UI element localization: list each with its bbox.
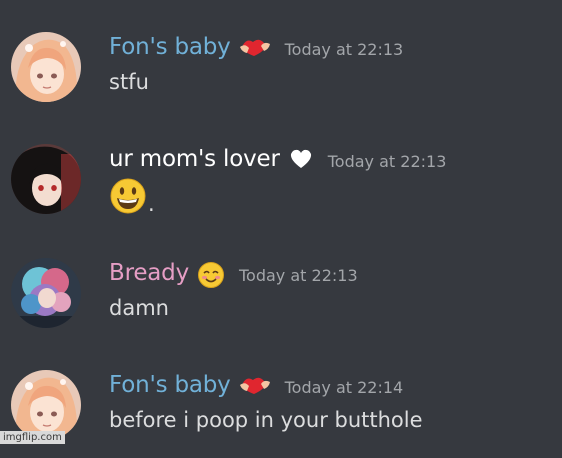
timestamp: Today at 22:13 — [239, 265, 358, 285]
username[interactable]: Fon's baby — [109, 372, 231, 398]
anime-girl-avatar-icon — [11, 32, 81, 102]
message-suffix: . — [148, 192, 155, 216]
timestamp: Today at 22:13 — [327, 151, 447, 171]
message-content: before i poop in your butthole — [109, 408, 423, 432]
red-heart-hands-icon — [239, 373, 271, 397]
grinning-face-emoji-icon — [110, 178, 146, 214]
chat-log: Fon's baby Today at 22:13 stfu ur mom's … — [0, 0, 562, 444]
message-header: Fon's baby Today at 22:13 — [109, 30, 403, 64]
anime-girl-avatar-icon — [11, 370, 81, 440]
message-header: Fon's baby Today at 22:14 — [109, 368, 403, 402]
smiling-face-emoji — [197, 261, 225, 288]
imgflip-watermark: imgflip.com — [0, 431, 65, 444]
avatar[interactable] — [11, 258, 81, 328]
username[interactable]: ur mom's lover — [109, 146, 280, 172]
dark-hair-anime-avatar-icon — [11, 144, 81, 214]
message-content: . — [109, 177, 155, 215]
avatar[interactable] — [11, 144, 81, 214]
timestamp: Today at 22:14 — [284, 377, 404, 397]
message-item: ur mom's lover Today at 22:13 . — [0, 142, 562, 232]
red-heart-hands-icon — [239, 35, 271, 59]
message-content: stfu — [109, 70, 149, 94]
avatar[interactable] — [11, 32, 81, 102]
white-heart-icon — [288, 147, 314, 171]
avatar[interactable] — [11, 370, 81, 440]
timestamp: Today at 22:13 — [284, 39, 404, 59]
message-content: damn — [109, 296, 169, 320]
message-item: Fon's baby Today at 22:14 before i poop … — [0, 368, 562, 458]
username[interactable]: Bready — [109, 260, 189, 286]
message-item: Fon's baby Today at 22:13 stfu — [0, 30, 562, 120]
username[interactable]: Fon's baby — [109, 34, 231, 60]
colorful-hair-avatar-icon — [11, 258, 81, 328]
message-header: Bready Today at 22:13 — [109, 256, 358, 290]
message-item: Bready Today at 22:13 damn — [0, 256, 562, 346]
message-header: ur mom's lover Today at 22:13 — [109, 142, 446, 176]
